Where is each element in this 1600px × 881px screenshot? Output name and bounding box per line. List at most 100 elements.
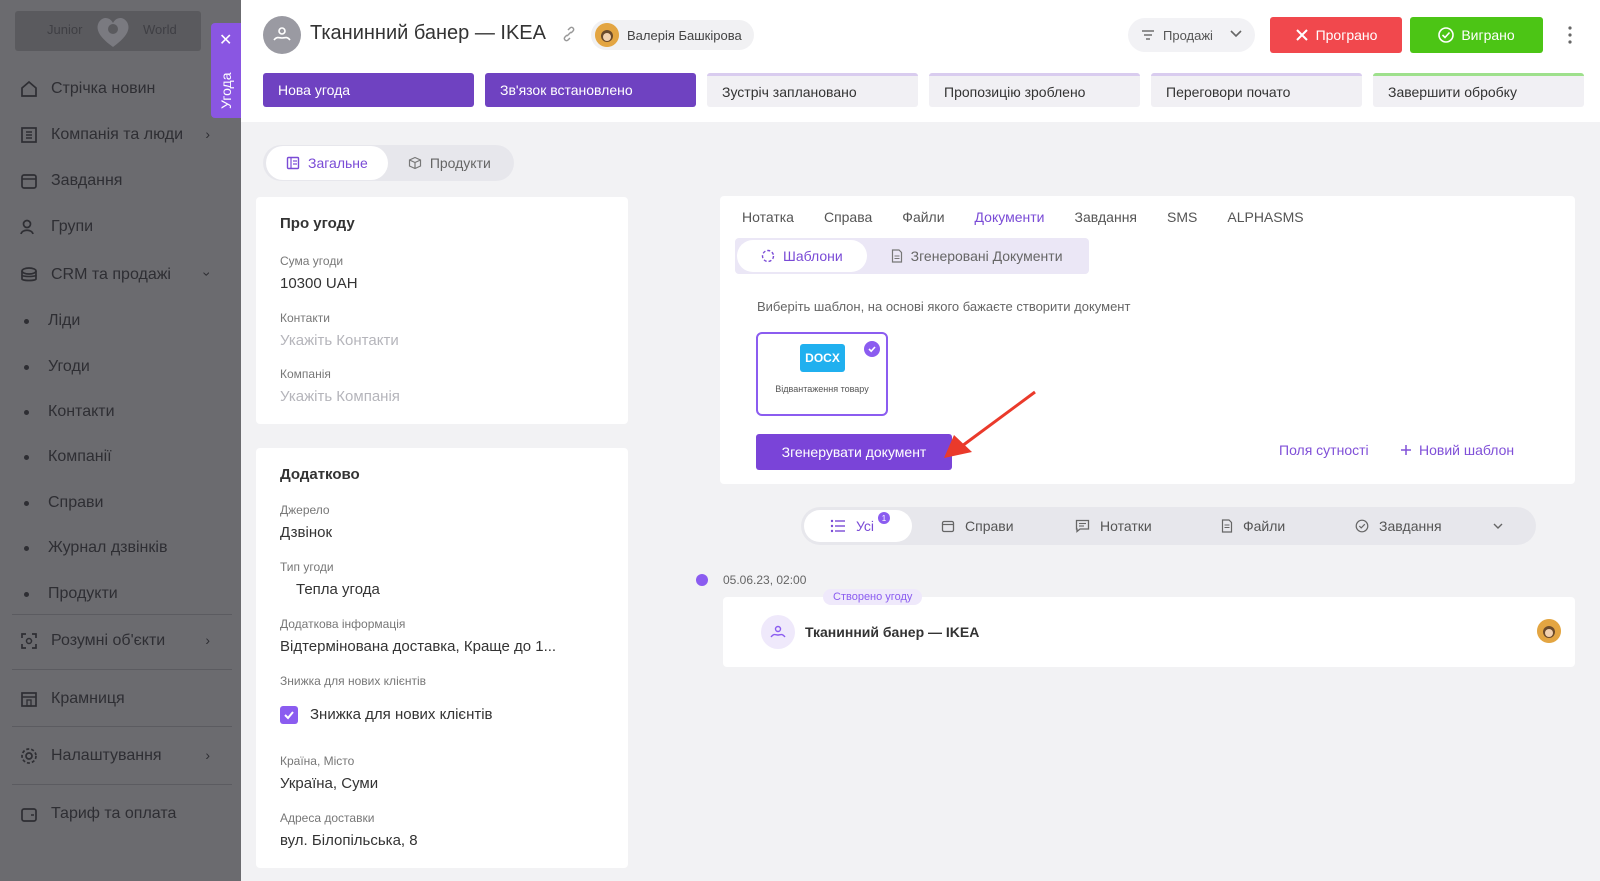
tab-case[interactable]: Справа <box>824 209 872 225</box>
stage-proposal-made[interactable]: Пропозицію зроблено <box>929 73 1140 107</box>
stage-new-deal[interactable]: Нова угода <box>263 73 474 107</box>
address-label: Адреса доставки <box>280 811 375 825</box>
company-field[interactable]: Укажіть Компанія <box>280 388 400 405</box>
main-area: Тканинний банер — IKEA Валерія Башкірова… <box>241 0 1600 881</box>
sidebar-subitem-calls[interactable]: Журнал дзвінків <box>24 533 167 563</box>
won-button[interactable]: Виграно <box>1410 17 1543 53</box>
filter-cases-label: Справи <box>965 518 1014 534</box>
sidebar: Junior World Стрічка новин Компанія та л… <box>0 0 241 881</box>
new-template-link[interactable]: Новий шаблон <box>1400 442 1514 458</box>
sidebar-item-label: Журнал дзвінків <box>48 539 168 556</box>
sidebar-item-billing[interactable]: Тариф та оплата <box>18 799 218 829</box>
sidebar-subitem-deals[interactable]: Угоди <box>24 352 90 382</box>
tab-tasks[interactable]: Завдання <box>1074 209 1137 225</box>
source-value[interactable]: Дзвінок <box>280 524 332 541</box>
filter-cases[interactable]: Справи <box>941 507 1014 545</box>
won-label: Виграно <box>1461 27 1515 43</box>
template-name: Відвантаження товару <box>775 384 869 394</box>
filter-notes[interactable]: Нотатки <box>1075 507 1152 545</box>
tab-files[interactable]: Файли <box>902 209 944 225</box>
sidebar-item-company[interactable]: Компанія та люди › <box>18 120 218 150</box>
lost-label: Програно <box>1315 27 1378 43</box>
owner-chip[interactable]: Валерія Башкірова <box>591 20 754 50</box>
sidebar-subitem-cases[interactable]: Справи <box>24 488 103 518</box>
filter-files[interactable]: Файли <box>1221 507 1285 545</box>
deal-type-value[interactable]: Тепла угода <box>296 581 380 598</box>
discount-checkbox-label: Знижка для нових клієнтів <box>310 706 493 723</box>
sidebar-item-label: Продукти <box>48 585 118 602</box>
subtab-templates[interactable]: Шаблони <box>737 240 867 272</box>
deal-icon <box>263 16 301 54</box>
sidebar-item-crm[interactable]: CRM та продажі › <box>18 260 218 290</box>
logo-text-right: World <box>143 22 177 37</box>
more-vertical-icon[interactable] <box>1565 24 1575 46</box>
sidebar-subitem-companies[interactable]: Компанії <box>24 442 112 472</box>
chevron-down-icon: › <box>199 271 216 277</box>
tab-alphasms[interactable]: ALPHASMS <box>1227 209 1303 225</box>
sidebar-item-label: Розумні об'єкти <box>51 632 166 649</box>
new-template-label: Новий шаблон <box>1419 442 1515 458</box>
tab-note[interactable]: Нотатка <box>742 209 794 225</box>
sidebar-subitem-contacts[interactable]: Контакти <box>24 397 115 427</box>
sidebar-item-label: Завдання <box>51 172 123 189</box>
amount-value[interactable]: 10300 UAH <box>280 275 358 292</box>
contacts-field[interactable]: Укажіть Контакти <box>280 332 399 349</box>
location-value[interactable]: Україна, Суми <box>280 775 378 792</box>
additional-heading: Додатково <box>280 466 360 483</box>
sidebar-divider <box>12 726 232 727</box>
sidebar-item-groups[interactable]: Групи <box>18 212 218 242</box>
pipeline-select[interactable]: Продажі <box>1128 18 1255 52</box>
sidebar-item-label: Справи <box>48 494 104 511</box>
address-value[interactable]: вул. Білопільська, 8 <box>280 832 418 849</box>
list-icon <box>830 519 845 533</box>
close-icon[interactable]: ✕ <box>219 33 232 49</box>
tab-documents[interactable]: Документи <box>975 209 1045 225</box>
extra-info-value[interactable]: Відтермінована доставка, Краще до 1... <box>280 638 556 655</box>
tab-sms[interactable]: SMS <box>1167 209 1197 225</box>
check-icon <box>284 711 294 720</box>
tab-products[interactable]: Продукти <box>388 146 511 180</box>
subtab-generated[interactable]: Згенеровані Документи <box>867 240 1087 272</box>
sidebar-subitem-products[interactable]: Продукти <box>24 579 118 609</box>
stage-meeting-scheduled[interactable]: Зустріч заплановано <box>707 73 918 107</box>
generate-document-button[interactable]: Згенерувати документ <box>756 434 952 470</box>
annotation-arrow-icon <box>944 390 1036 458</box>
deal-side-tab[interactable]: ✕ Угода <box>211 23 241 118</box>
lost-button[interactable]: Програно <box>1270 17 1402 53</box>
sidebar-item-tasks[interactable]: Завдання <box>18 166 218 196</box>
tab-general[interactable]: Загальне <box>266 146 388 180</box>
link-icon[interactable] <box>560 25 578 43</box>
sidebar-item-news[interactable]: Стрічка новин <box>18 74 218 104</box>
calendar-icon <box>941 520 955 533</box>
discount-checkbox[interactable] <box>280 706 298 724</box>
sidebar-item-smart-objects[interactable]: Розумні об'єкти › <box>18 626 218 656</box>
home-icon <box>18 78 40 100</box>
chevron-down-icon <box>1230 30 1242 38</box>
location-label: Країна, Місто <box>280 754 355 768</box>
tab-general-label: Загальне <box>308 155 368 171</box>
filter-tasks[interactable]: Завдання <box>1355 507 1442 545</box>
timeline-entry[interactable]: Створено угоду Тканинний банер — IKEA <box>723 589 1575 667</box>
entity-fields-link[interactable]: Поля сутності <box>1279 442 1369 458</box>
stage-contact-established[interactable]: Зв'язок встановлено <box>485 73 696 107</box>
stage-negotiations-started[interactable]: Переговори почато <box>1151 73 1362 107</box>
filter-all[interactable]: Усі 1 <box>804 510 912 542</box>
stage-finish[interactable]: Завершити обробку <box>1373 73 1584 107</box>
sidebar-item-label: Налаштування <box>51 747 162 764</box>
box-icon <box>408 156 421 170</box>
chevron-down-icon[interactable] <box>1492 520 1504 532</box>
sidebar-item-settings[interactable]: Налаштування › <box>18 741 218 771</box>
check-circle-icon <box>1438 27 1455 43</box>
docx-badge: DOCX <box>800 344 845 372</box>
sidebar-subitem-leads[interactable]: Ліди <box>24 306 80 336</box>
sidebar-item-label: Угоди <box>48 358 90 375</box>
company-label: Компанія <box>280 367 331 381</box>
loader-icon <box>761 249 775 263</box>
sidebar-item-store[interactable]: Крамниця <box>18 684 218 714</box>
view-tabs: Загальне Продукти <box>263 145 514 181</box>
template-card[interactable]: DOCX Відвантаження товару <box>756 332 888 416</box>
logo[interactable]: Junior World <box>15 11 201 51</box>
sidebar-item-label: Групи <box>51 218 94 235</box>
owner-name: Валерія Башкірова <box>627 27 742 43</box>
timeline-date: 05.06.23, 02:00 <box>723 573 807 587</box>
